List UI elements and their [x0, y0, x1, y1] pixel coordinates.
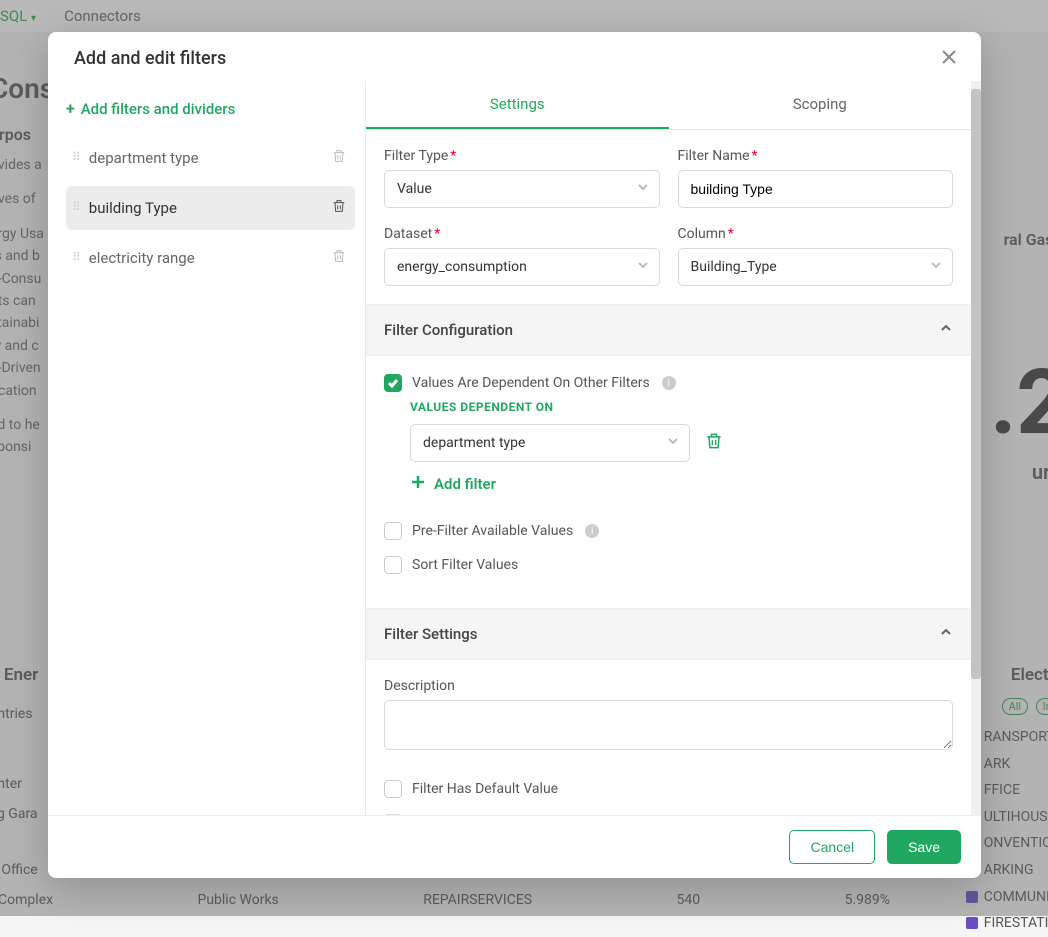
filter-name-label: Filter Name*: [678, 148, 954, 164]
dataset-label: Dataset*: [384, 226, 660, 242]
description-label: Description: [384, 678, 953, 694]
checkbox-unchecked-icon[interactable]: [384, 780, 402, 798]
info-icon[interactable]: i: [585, 524, 599, 538]
checkbox-unchecked-icon[interactable]: [384, 814, 402, 815]
trash-icon[interactable]: [331, 148, 347, 168]
filter-list-panel: + Add filters and dividers ⠿ department …: [48, 81, 366, 815]
chevron-down-icon: [637, 181, 649, 197]
dependent-filter-select[interactable]: department type: [410, 424, 690, 462]
section-title: Filter Settings: [384, 625, 477, 643]
filter-config-panel: Settings Scoping Filter Type* Value Filt…: [366, 81, 981, 815]
filter-item-electricity-range[interactable]: ⠿ electricity range: [66, 236, 355, 280]
add-filter-label: Add filter: [434, 475, 496, 493]
has-default-checkbox-row[interactable]: Filter Has Default Value: [384, 780, 953, 798]
column-label: Column*: [678, 226, 954, 242]
filter-type-label: Filter Type*: [384, 148, 660, 164]
modal-title: Add and edit filters: [74, 48, 226, 69]
modal-header: Add and edit filters: [48, 32, 981, 69]
scrollbar-track[interactable]: [971, 81, 981, 815]
section-filter-configuration[interactable]: Filter Configuration: [366, 304, 971, 356]
prefilter-label: Pre-Filter Available Values: [412, 523, 573, 539]
config-tabs: Settings Scoping: [366, 81, 971, 130]
modal-footer: Cancel Save: [48, 815, 981, 878]
close-icon[interactable]: [941, 49, 957, 69]
add-dependent-filter-button[interactable]: Add filter: [410, 474, 953, 494]
filter-modal: Add and edit filters + Add filters and d…: [48, 32, 981, 878]
filter-type-select[interactable]: Value: [384, 170, 660, 208]
tab-scoping[interactable]: Scoping: [669, 81, 972, 129]
filter-item-label: building Type: [89, 199, 177, 217]
chevron-up-icon: [939, 321, 953, 339]
drag-handle-icon[interactable]: ⠿: [72, 254, 79, 261]
checkbox-checked-icon[interactable]: [384, 374, 402, 392]
checkbox-unchecked-icon[interactable]: [384, 522, 402, 540]
info-icon[interactable]: i: [662, 376, 676, 390]
chevron-up-icon: [939, 625, 953, 643]
plus-icon: [410, 474, 426, 494]
dataset-value: energy_consumption: [397, 259, 527, 275]
dependent-values-checkbox-row[interactable]: Values Are Dependent On Other Filters i: [384, 374, 953, 392]
dependent-values-label: Values Are Dependent On Other Filters: [412, 375, 650, 391]
has-default-label: Filter Has Default Value: [412, 781, 558, 797]
sort-label: Sort Filter Values: [412, 557, 518, 573]
trash-icon[interactable]: [331, 198, 347, 218]
sort-checkbox-row[interactable]: Sort Filter Values: [384, 556, 953, 574]
dataset-select[interactable]: energy_consumption: [384, 248, 660, 286]
save-button[interactable]: Save: [887, 830, 961, 864]
dependent-filter-value: department type: [423, 435, 525, 451]
prefilter-checkbox-row[interactable]: Pre-Filter Available Values i: [384, 522, 953, 540]
column-value: Building_Type: [691, 259, 777, 275]
add-filters-button[interactable]: + Add filters and dividers: [66, 95, 355, 136]
trash-icon[interactable]: [331, 248, 347, 268]
add-filters-label: Add filters and dividers: [81, 100, 236, 118]
plus-icon: +: [66, 99, 75, 118]
checkbox-unchecked-icon[interactable]: [384, 556, 402, 574]
drag-handle-icon[interactable]: ⠿: [72, 154, 79, 161]
scrollbar-thumb[interactable]: [971, 89, 981, 679]
cancel-button[interactable]: Cancel: [789, 830, 875, 864]
filter-item-department-type[interactable]: ⠿ department type: [66, 136, 355, 180]
chevron-down-icon: [930, 259, 942, 275]
description-textarea[interactable]: [384, 700, 953, 750]
tab-settings[interactable]: Settings: [366, 81, 669, 129]
chevron-down-icon: [667, 435, 679, 451]
section-filter-settings[interactable]: Filter Settings: [366, 608, 971, 660]
filter-item-label: electricity range: [89, 249, 195, 267]
section-title: Filter Configuration: [384, 321, 513, 339]
remove-dependency-icon[interactable]: [704, 431, 724, 455]
required-checkbox-row[interactable]: Filter Value Is Required i: [384, 814, 953, 815]
filter-type-value: Value: [397, 181, 432, 197]
column-select[interactable]: Building_Type: [678, 248, 954, 286]
values-dependent-on-label: VALUES DEPENDENT ON: [410, 400, 953, 414]
filter-item-building-type[interactable]: ⠿ building Type: [66, 186, 355, 230]
chevron-down-icon: [637, 259, 649, 275]
drag-handle-icon[interactable]: ⠿: [72, 204, 79, 211]
filter-item-label: department type: [89, 149, 199, 167]
filter-name-input[interactable]: [678, 170, 954, 208]
